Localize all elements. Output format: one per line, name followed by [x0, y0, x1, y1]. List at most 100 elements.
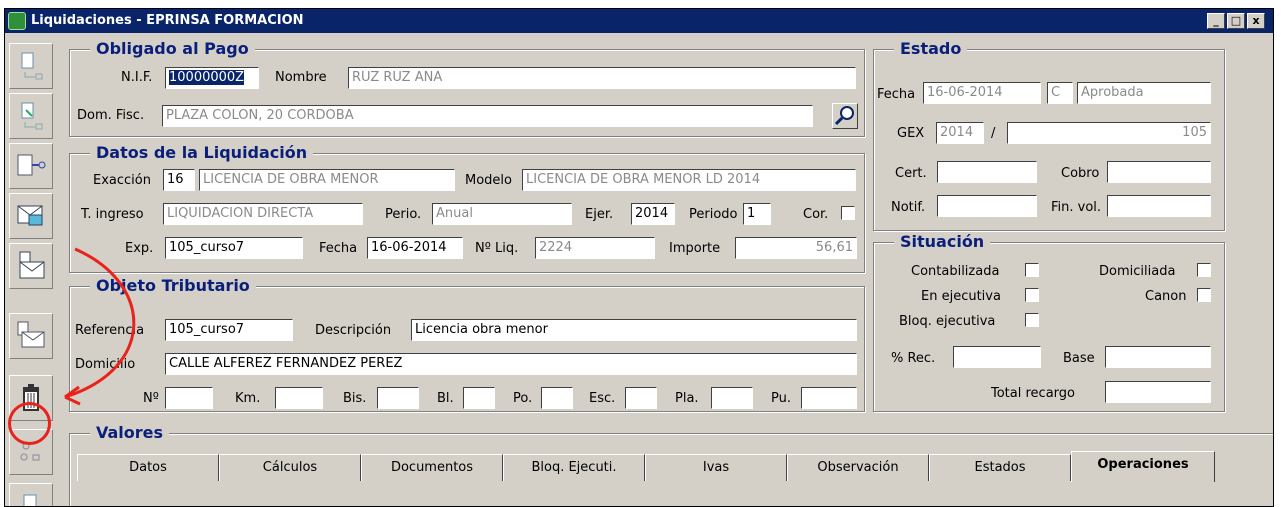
pu-field[interactable]	[801, 387, 857, 409]
nliq-field[interactable]: 2224	[535, 237, 655, 259]
gex-separator: /	[991, 126, 996, 141]
tingreso-field[interactable]: LIQUIDACION DIRECTA	[163, 203, 363, 225]
estado-code-field[interactable]: C	[1047, 82, 1073, 104]
mail-in-button[interactable]	[9, 313, 53, 359]
exp-field[interactable]: 105_curso7	[165, 237, 303, 259]
tab-documentos[interactable]: Documentos	[361, 454, 503, 481]
dom-fisc-field[interactable]: PLAZA COLON, 20 CORDOBA	[162, 105, 813, 127]
mail-doc-button[interactable]	[9, 243, 53, 289]
esc-field[interactable]	[625, 387, 657, 409]
cobro-field[interactable]	[1107, 161, 1211, 183]
bloq-ejecutiva-checkbox[interactable]	[1025, 313, 1039, 327]
app-icon	[8, 12, 26, 30]
exaccion-desc-field[interactable]: LICENCIA DE OBRA MENOR	[199, 169, 455, 191]
tab-observacion[interactable]: Observación	[787, 454, 929, 481]
cor-label: Cor.	[803, 207, 829, 222]
modelo-field[interactable]: LICENCIA DE OBRA MENOR LD 2014	[522, 169, 856, 191]
numero-field[interactable]	[165, 387, 213, 409]
contabilizada-checkbox[interactable]	[1025, 263, 1039, 277]
exaccion-code-field[interactable]: 16	[163, 169, 195, 191]
ejecutiva-checkbox[interactable]	[1025, 288, 1039, 302]
annotation-circle	[8, 402, 51, 445]
perio-field[interactable]: Anual	[432, 203, 572, 225]
nif-field[interactable]: 10000000Z	[165, 67, 259, 89]
tab-bloq-ejecuti[interactable]: Bloq. Ejecuti.	[503, 454, 645, 481]
pla-field[interactable]	[711, 387, 753, 409]
total-recargo-label: Total recargo	[991, 386, 1075, 401]
total-recargo-field[interactable]	[1105, 381, 1211, 403]
tab-operaciones[interactable]: Operaciones	[1071, 451, 1215, 482]
search-icon	[834, 106, 854, 126]
mail-doc-icon	[19, 251, 45, 279]
document-link-button[interactable]	[9, 43, 53, 89]
ejer-label: Ejer.	[585, 207, 614, 222]
document-edit-button[interactable]	[9, 93, 53, 139]
dom-fisc-label: Dom. Fisc.	[77, 108, 145, 123]
referencia-label: Referencia	[75, 323, 145, 338]
referencia-field[interactable]: 105_curso7	[165, 319, 293, 341]
rec-field[interactable]	[953, 346, 1041, 368]
modelo-label: Modelo	[465, 173, 512, 188]
fecha-field[interactable]: 16-06-2014	[367, 237, 463, 259]
notif-field[interactable]	[937, 195, 1037, 217]
ejer-field[interactable]: 2014	[631, 203, 675, 225]
pla-label: Pla.	[675, 391, 699, 406]
estado-status-field[interactable]: Aprobada	[1077, 82, 1211, 104]
base-field[interactable]	[1105, 346, 1211, 368]
domiciliada-checkbox[interactable]	[1197, 263, 1211, 277]
notif-label: Notif.	[891, 200, 926, 215]
transfer-icon	[17, 154, 46, 176]
bis-label: Bis.	[343, 391, 367, 406]
title-bar: Liquidaciones - EPRINSA FORMACION _ □ x	[5, 9, 1273, 33]
tab-calculos[interactable]: Cálculos	[219, 454, 361, 481]
domicilio-field[interactable]: CALLE ALFEREZ FERNANDEZ PEREZ	[165, 353, 857, 375]
bl-field[interactable]	[463, 387, 495, 409]
cert-field[interactable]	[937, 161, 1037, 183]
document-button[interactable]	[9, 483, 53, 506]
tingreso-label: T. ingreso	[81, 207, 144, 222]
finvol-field[interactable]	[1107, 195, 1211, 217]
periodo-field[interactable]: 1	[743, 203, 771, 225]
estado-fecha-field[interactable]: 16-06-2014	[923, 82, 1041, 104]
canon-label: Canon	[1145, 289, 1187, 304]
pu-label: Pu.	[771, 391, 791, 406]
left-toolbar	[7, 39, 55, 506]
km-label: Km.	[235, 391, 261, 406]
bl-label: Bl.	[437, 391, 454, 406]
obligado-legend: Obligado al Pago	[90, 39, 255, 58]
mail-out-icon	[17, 205, 43, 226]
perio-label: Perio.	[385, 207, 422, 222]
bis-field[interactable]	[377, 387, 419, 409]
importe-label: Importe	[669, 241, 721, 256]
liquidaciones-window: Liquidaciones - EPRINSA FORMACION _ □ x	[4, 8, 1274, 507]
descripcion-field[interactable]: Licencia obra menor	[411, 319, 857, 341]
tab-datos[interactable]: Datos	[77, 454, 219, 481]
mail-in-icon	[17, 321, 45, 348]
tab-estados[interactable]: Estados	[929, 454, 1071, 481]
transfer-button[interactable]	[9, 143, 53, 189]
estado-fecha-label: Fecha	[877, 87, 916, 102]
nombre-field[interactable]: RUZ RUZ ANA	[348, 67, 856, 89]
periodo-label: Periodo	[689, 207, 738, 222]
gex-year-field[interactable]: 2014	[936, 122, 984, 144]
importe-field[interactable]: 56,61	[735, 237, 857, 259]
canon-checkbox[interactable]	[1197, 288, 1211, 302]
mail-out-button[interactable]	[9, 193, 53, 239]
cor-checkbox[interactable]	[841, 206, 855, 220]
tab-ivas[interactable]: Ivas	[645, 454, 787, 481]
close-button[interactable]: x	[1247, 13, 1265, 29]
estado-legend: Estado	[894, 39, 968, 58]
contabilizada-label: Contabilizada	[911, 264, 1000, 279]
document-link-icon	[21, 52, 43, 80]
fecha-label: Fecha	[319, 241, 358, 256]
search-button[interactable]	[832, 103, 858, 129]
minimize-button[interactable]: _	[1207, 13, 1225, 29]
km-field[interactable]	[275, 387, 323, 409]
document-edit-icon	[21, 102, 43, 130]
maximize-button[interactable]: □	[1227, 13, 1245, 29]
valores-legend: Valores	[90, 423, 170, 442]
cert-label: Cert.	[895, 166, 927, 181]
gex-number-field[interactable]: 105	[1007, 122, 1211, 144]
po-field[interactable]	[541, 387, 573, 409]
finvol-label: Fin. vol.	[1051, 200, 1102, 215]
